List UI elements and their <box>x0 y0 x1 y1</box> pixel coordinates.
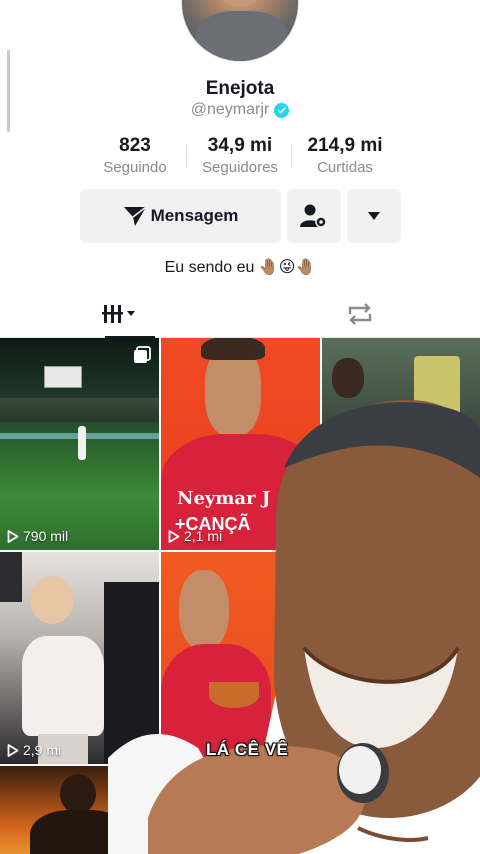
stat-likes[interactable]: 214,9 mi Curtidas <box>290 135 398 176</box>
stat-value: 823 <box>119 135 151 156</box>
video-grid-icon <box>102 304 135 323</box>
profile-handle: @neymarjr <box>190 101 270 118</box>
stat-label: Seguindo <box>103 159 167 176</box>
view-count-text: 790 mil <box>23 528 69 544</box>
profile-actions: Mensagem <box>80 189 401 243</box>
stat-label: Curtidas <box>317 159 373 176</box>
handle-row: @neymarjr <box>0 101 480 119</box>
stat-followers[interactable]: 34,9 mi Seguidores <box>185 135 293 176</box>
tab-reposts[interactable] <box>240 290 480 337</box>
tab-videos[interactable] <box>0 290 240 338</box>
video-caption: LÁ CÊ VÊ <box>206 740 289 759</box>
view-count-text: 2,9 mi <box>23 742 62 758</box>
play-icon <box>7 529 19 543</box>
stat-following[interactable]: 823 Seguindo <box>83 135 188 176</box>
profile-bio: Eu sendo eu 🤚🏽😜🤚🏽 <box>164 259 316 276</box>
caret-down-icon <box>368 212 380 220</box>
more-button[interactable] <box>347 189 401 243</box>
reaction-overlay-person <box>108 400 480 854</box>
profile-name: Enejota <box>205 78 275 99</box>
repost-icon <box>348 302 372 325</box>
message-label: Mensagem <box>150 206 239 225</box>
message-button[interactable]: Mensagem <box>80 189 281 243</box>
view-count: 790 mil <box>7 528 68 544</box>
avatar[interactable] <box>181 0 299 62</box>
send-icon <box>123 206 147 226</box>
add-friend-button[interactable] <box>287 189 341 243</box>
stat-label: Seguidores <box>202 159 278 176</box>
stat-value: 34,9 mi <box>207 135 273 156</box>
stats-row: 823 Seguindo 34,9 mi Seguidores 214,9 mi… <box>0 135 480 176</box>
view-count: 2,9 mi <box>7 742 61 758</box>
play-icon <box>7 743 19 757</box>
multi-photo-icon <box>134 346 151 363</box>
person-gear-icon <box>300 204 327 228</box>
stat-value: 214,9 mi <box>307 135 383 156</box>
content-tabs <box>0 290 480 338</box>
verified-badge-icon <box>274 102 290 118</box>
